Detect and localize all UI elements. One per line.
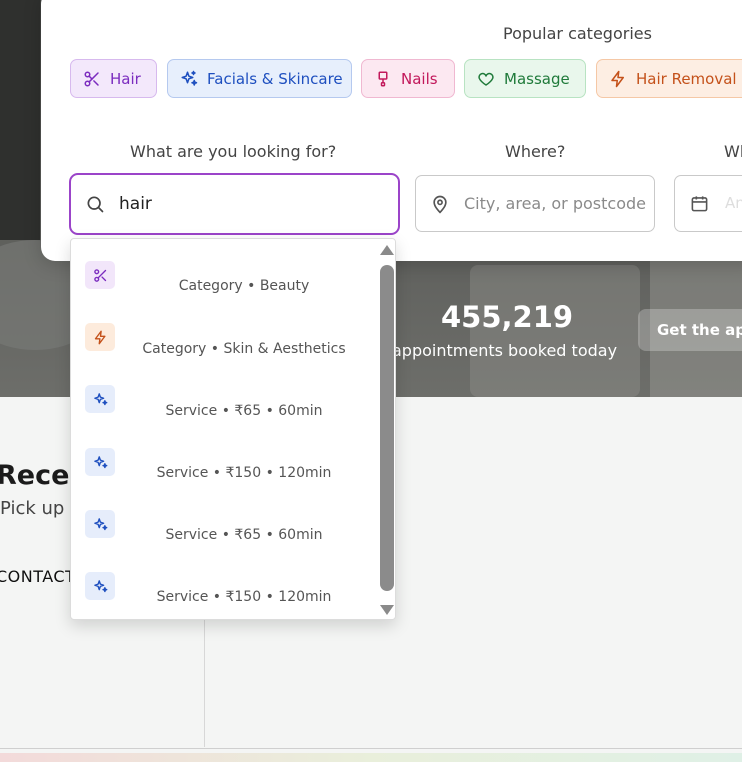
search-input[interactable] xyxy=(119,191,379,217)
suggestion-item[interactable]: Color Treatment Service • ₹150 • 120min xyxy=(71,425,377,487)
scroll-up-arrow-icon[interactable] xyxy=(380,245,394,255)
suggestion-title: Hair xyxy=(226,256,262,274)
category-chip-hair-removal[interactable]: Hair Removal xyxy=(596,59,742,98)
nail-polish-icon xyxy=(378,71,388,86)
suggestion-subtitle: Service • ₹150 • 120min xyxy=(156,465,332,481)
heart-icon xyxy=(478,72,494,86)
date-field[interactable]: Any date xyxy=(674,175,742,232)
suggestion-subtitle: Service • ₹150 • 120min xyxy=(156,589,332,605)
bottom-strip xyxy=(0,753,742,762)
suggestion-title: Haircut & Style xyxy=(179,380,309,398)
suggestion-item[interactable]: Color Treatment Service • ₹150 • 120min xyxy=(71,549,377,611)
category-chip-label: Facials & Skincare xyxy=(207,69,343,88)
get-app-button[interactable]: Get the app xyxy=(638,309,742,351)
category-chip-label: Nails xyxy=(401,69,438,88)
scroll-down-arrow-icon[interactable] xyxy=(380,605,394,615)
calendar-icon xyxy=(691,196,708,212)
category-chip-massage[interactable]: Massage xyxy=(464,59,586,98)
sparkles-icon xyxy=(181,70,198,86)
appointments-label: appointments booked today xyxy=(392,341,618,360)
hero-mirror-shape xyxy=(0,0,40,240)
category-chip-label: Hair xyxy=(110,69,141,88)
suggestion-subtitle: Service • ₹65 • 60min xyxy=(165,527,323,543)
suggestion-title: Hair Removal xyxy=(187,318,301,336)
date-value: Any date xyxy=(725,194,742,212)
category-chip-nails[interactable]: Nails xyxy=(361,59,455,98)
search-icon xyxy=(87,196,104,213)
suggestion-subtitle: Category • Skin & Aesthetics xyxy=(142,341,346,357)
where-label: Where? xyxy=(505,142,566,161)
what-label: What are you looking for? xyxy=(130,142,337,161)
scroll-thumb[interactable] xyxy=(380,265,394,591)
suggestion-title: Color Treatment xyxy=(175,567,313,585)
suggestion-title: Color Treatment xyxy=(175,443,313,461)
location-pin-icon xyxy=(433,195,447,214)
search-field[interactable] xyxy=(69,173,400,235)
category-chip-facials[interactable]: Facials & Skincare xyxy=(167,59,352,98)
when-label: When? xyxy=(724,142,742,161)
lightning-icon xyxy=(611,70,624,87)
suggestion-title: Haircut & Style xyxy=(179,505,309,523)
suggestion-item[interactable]: Haircut & Style Service • ₹65 • 60min xyxy=(71,363,377,425)
dropdown-scrollbar[interactable] xyxy=(378,239,395,619)
popular-categories-title: Popular categories xyxy=(503,24,652,43)
scissors-icon xyxy=(84,71,99,86)
suggestion-item[interactable]: Hair Removal Category • Skin & Aesthetic… xyxy=(71,301,377,363)
location-input[interactable] xyxy=(464,190,646,216)
divider xyxy=(0,748,742,749)
suggestion-item[interactable]: Hair Category • Beauty xyxy=(71,239,377,301)
location-field[interactable] xyxy=(415,175,655,232)
suggestion-subtitle: Service • ₹65 • 60min xyxy=(165,403,323,419)
appointments-count: 455,219 xyxy=(441,300,574,334)
suggestion-item[interactable]: Haircut & Style Service • ₹65 • 60min xyxy=(71,487,377,549)
category-chip-label: Massage xyxy=(504,69,570,88)
suggestion-subtitle: Category • Beauty xyxy=(178,278,310,294)
category-chip-hair[interactable]: Hair xyxy=(70,59,157,98)
category-chip-label: Hair Removal xyxy=(636,69,737,88)
suggestions-dropdown: Hair Category • Beauty Hair Removal Cate… xyxy=(70,238,396,620)
